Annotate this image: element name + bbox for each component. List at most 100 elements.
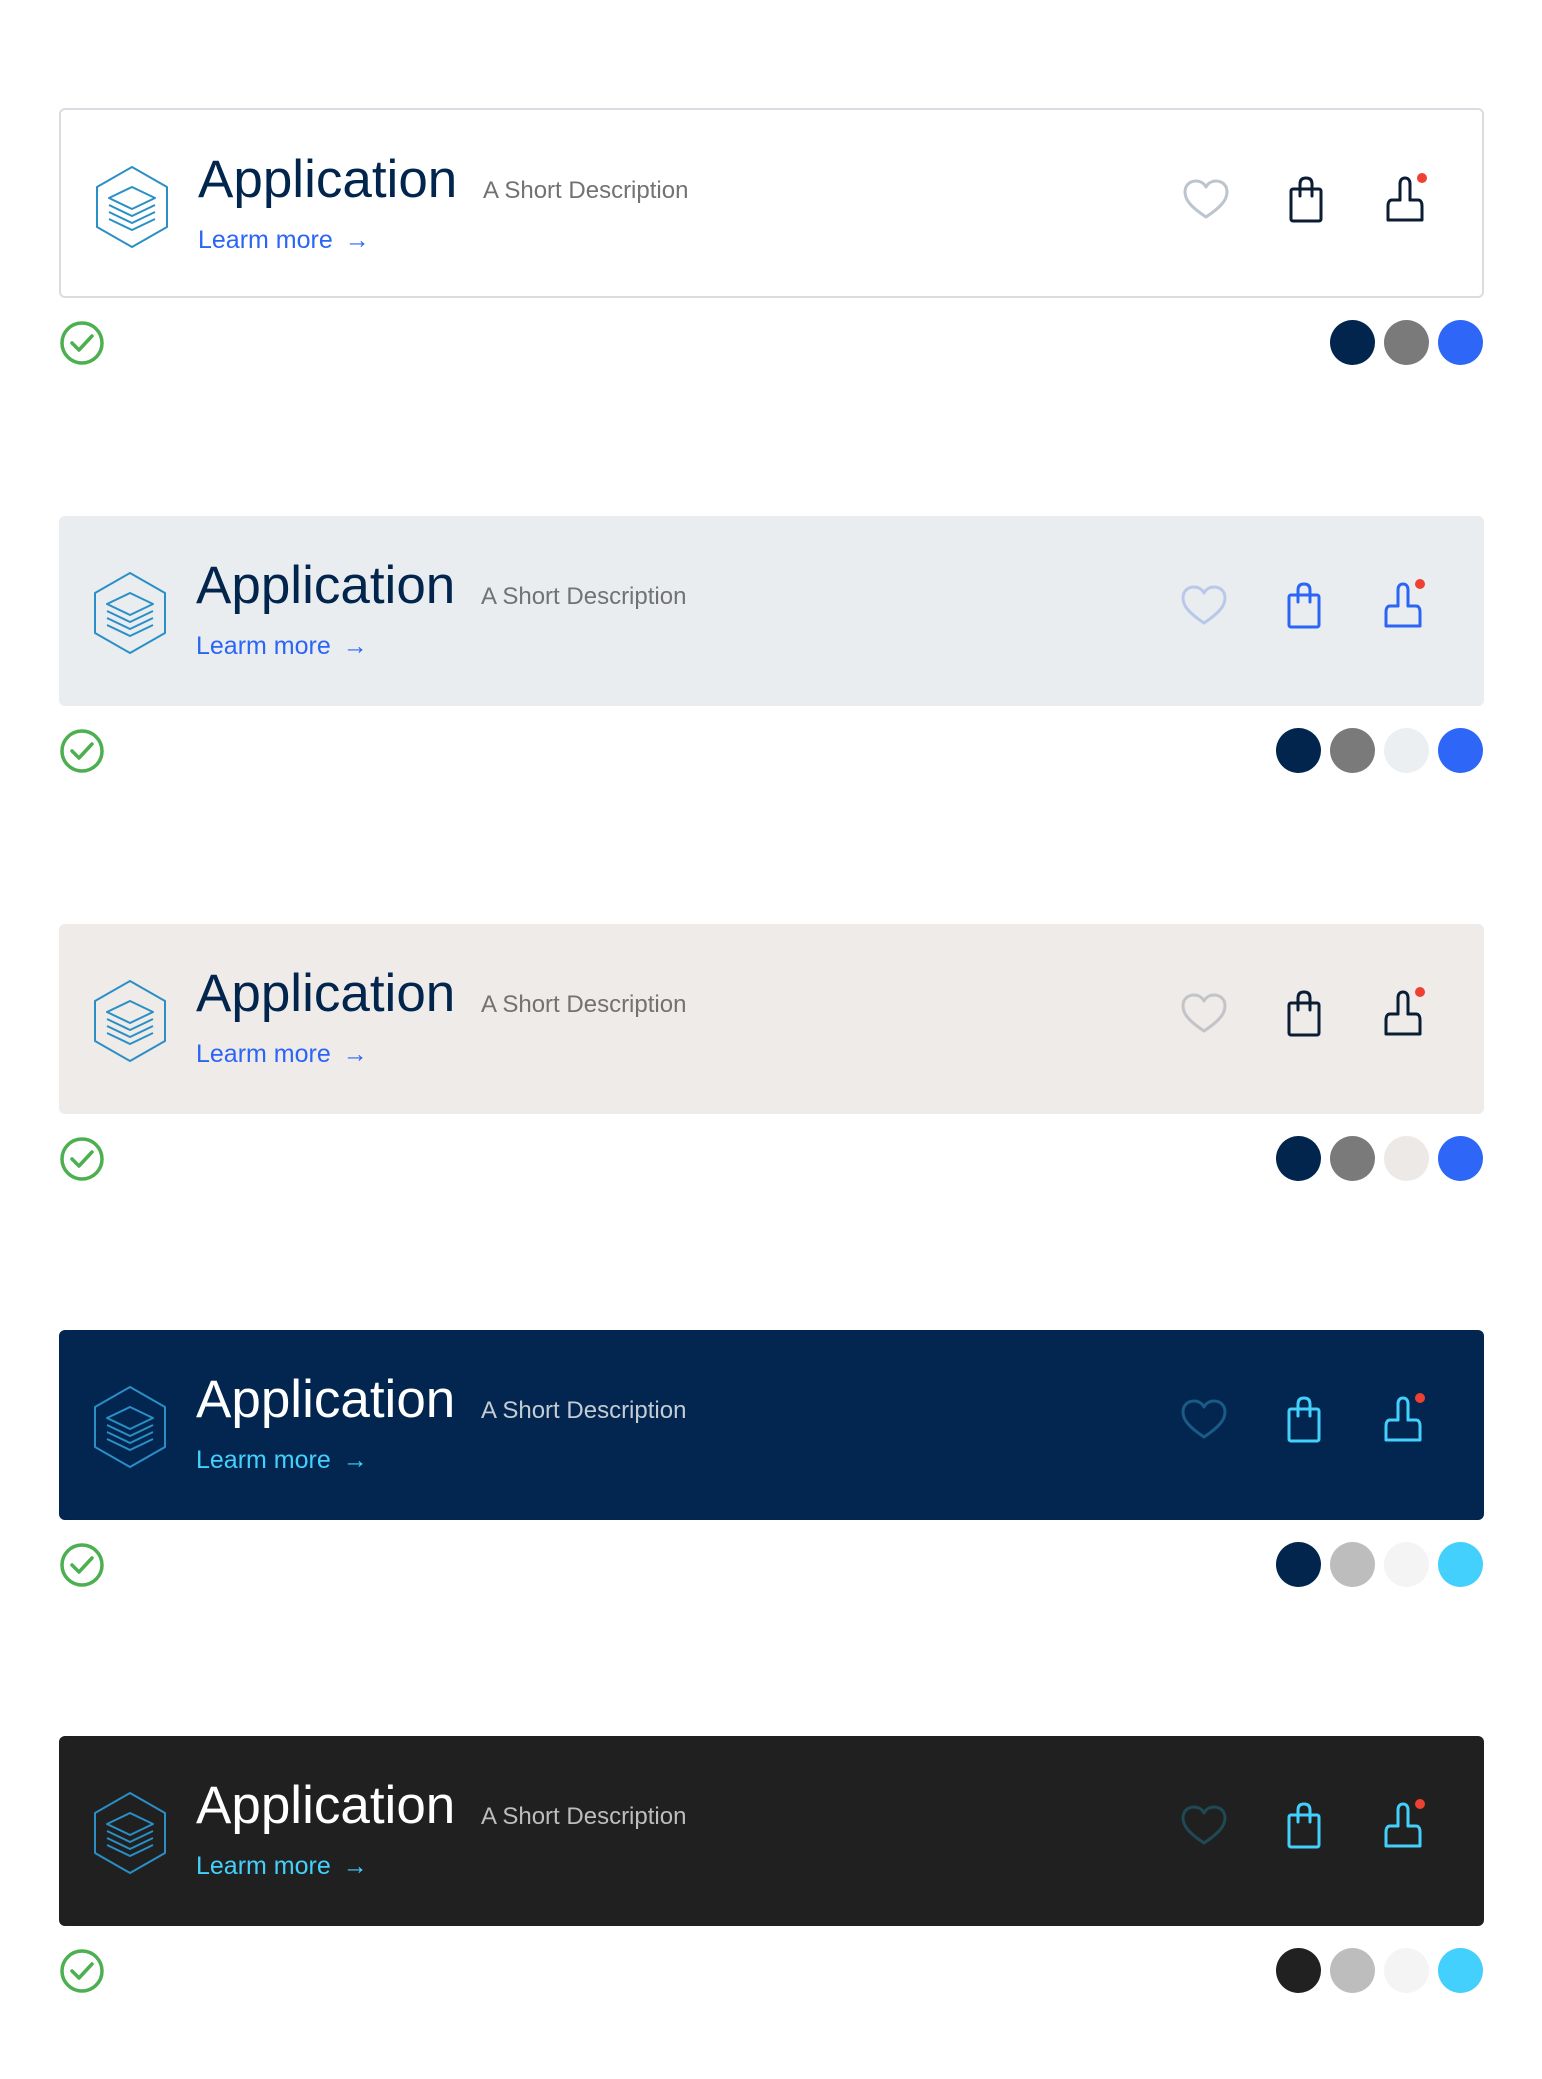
favorite-button[interactable]	[1180, 172, 1232, 228]
account-button[interactable]	[1380, 172, 1432, 228]
app-header-variant-3: Application A Short Description Learm mo…	[0, 924, 1542, 1224]
app-header-card: Application A Short Description Learm mo…	[59, 924, 1484, 1114]
check-circle-icon	[60, 1949, 104, 1993]
color-swatch	[1276, 1948, 1321, 1993]
color-swatch	[1330, 1948, 1375, 1993]
learn-more-label: Learm more	[196, 1852, 331, 1880]
learn-more-link[interactable]: Learm more →	[196, 630, 368, 662]
account-button[interactable]	[1378, 1798, 1430, 1854]
arrow-right-icon: →	[342, 1852, 368, 1880]
color-swatch	[1330, 320, 1375, 365]
app-title: Application	[196, 964, 456, 1023]
account-button[interactable]	[1378, 986, 1430, 1042]
app-title: Application	[196, 1370, 456, 1429]
learn-more-label: Learm more	[198, 226, 333, 254]
cart-button[interactable]	[1278, 986, 1330, 1042]
color-swatch	[1384, 1136, 1429, 1181]
favorite-button[interactable]	[1178, 1392, 1230, 1448]
app-description: A Short Description	[481, 1397, 687, 1424]
layers-logo-icon	[96, 166, 168, 248]
arrow-right-icon: →	[342, 1446, 368, 1474]
user-icon	[1384, 1393, 1425, 1442]
color-palette	[1276, 1136, 1483, 1181]
color-swatch	[1384, 320, 1429, 365]
heart-icon	[1181, 1805, 1227, 1845]
notification-dot	[1415, 987, 1425, 997]
app-header-card: Application A Short Description Learm mo…	[59, 516, 1484, 706]
app-header-variant-4: Application A Short Description Learm mo…	[0, 1330, 1542, 1630]
color-swatch	[1384, 728, 1429, 773]
color-swatch	[1276, 1542, 1321, 1587]
user-icon	[1384, 987, 1425, 1036]
app-header-variant-5: Application A Short Description Learm mo…	[0, 1736, 1542, 2036]
favorite-button[interactable]	[1178, 578, 1230, 634]
cart-button[interactable]	[1280, 172, 1332, 228]
arrow-right-icon: →	[342, 632, 368, 660]
layers-logo-icon	[94, 1386, 166, 1468]
color-palette	[1276, 1948, 1483, 1993]
favorite-button[interactable]	[1178, 986, 1230, 1042]
app-description: A Short Description	[481, 583, 687, 610]
layers-logo-icon	[94, 980, 166, 1062]
app-description: A Short Description	[483, 177, 689, 204]
app-title: Application	[196, 556, 456, 615]
color-swatch	[1330, 728, 1375, 773]
app-header-card: Application A Short Description Learm mo…	[59, 1736, 1484, 1926]
check-circle-icon	[60, 1137, 104, 1181]
learn-more-label: Learm more	[196, 632, 331, 660]
color-swatch	[1384, 1542, 1429, 1587]
learn-more-link[interactable]: Learm more →	[196, 1038, 368, 1070]
learn-more-link[interactable]: Learm more →	[196, 1850, 368, 1882]
app-header-card: Application A Short Description Learm mo…	[59, 1330, 1484, 1520]
check-circle-icon	[60, 1543, 104, 1587]
app-header-variant-1: Application A Short Description Learm mo…	[0, 108, 1542, 408]
color-swatch	[1330, 1136, 1375, 1181]
user-icon	[1386, 173, 1427, 222]
account-button[interactable]	[1378, 1392, 1430, 1448]
app-description: A Short Description	[481, 991, 687, 1018]
user-icon	[1384, 579, 1425, 628]
learn-more-label: Learm more	[196, 1446, 331, 1474]
app-header-card: Application A Short Description Learm mo…	[59, 108, 1484, 298]
color-swatch	[1438, 1948, 1483, 1993]
cart-button[interactable]	[1278, 1798, 1330, 1854]
color-swatch	[1438, 728, 1483, 773]
heart-icon	[1181, 1399, 1227, 1439]
color-swatch	[1384, 1948, 1429, 1993]
heart-icon	[1181, 585, 1227, 625]
color-swatch	[1276, 728, 1321, 773]
arrow-right-icon: →	[342, 1040, 368, 1068]
app-description: A Short Description	[481, 1803, 687, 1830]
layers-logo-icon	[94, 1792, 166, 1874]
shopping-bag-icon	[1287, 1802, 1321, 1849]
cart-button[interactable]	[1278, 578, 1330, 634]
shopping-bag-icon	[1287, 582, 1321, 629]
color-swatch	[1438, 1136, 1483, 1181]
notification-dot	[1415, 1393, 1425, 1403]
shopping-bag-icon	[1287, 990, 1321, 1037]
account-button[interactable]	[1378, 578, 1430, 634]
color-palette	[1330, 320, 1483, 365]
learn-more-link[interactable]: Learm more →	[196, 1444, 368, 1476]
color-swatch	[1276, 1136, 1321, 1181]
color-palette	[1276, 728, 1483, 773]
app-header-variant-2: Application A Short Description Learm mo…	[0, 516, 1542, 816]
arrow-right-icon: →	[344, 226, 370, 254]
color-palette	[1276, 1542, 1483, 1587]
learn-more-label: Learm more	[196, 1040, 331, 1068]
layers-logo-icon	[94, 572, 166, 654]
cart-button[interactable]	[1278, 1392, 1330, 1448]
app-title: Application	[196, 1776, 456, 1835]
color-swatch	[1438, 1542, 1483, 1587]
notification-dot	[1415, 579, 1425, 589]
color-swatch	[1330, 1542, 1375, 1587]
favorite-button[interactable]	[1178, 1798, 1230, 1854]
heart-icon	[1181, 993, 1227, 1033]
shopping-bag-icon	[1289, 176, 1323, 223]
notification-dot	[1415, 1799, 1425, 1809]
user-icon	[1384, 1799, 1425, 1848]
learn-more-link[interactable]: Learm more →	[198, 224, 370, 256]
app-title: Application	[198, 150, 458, 209]
color-swatch	[1438, 320, 1483, 365]
heart-icon	[1183, 179, 1229, 219]
